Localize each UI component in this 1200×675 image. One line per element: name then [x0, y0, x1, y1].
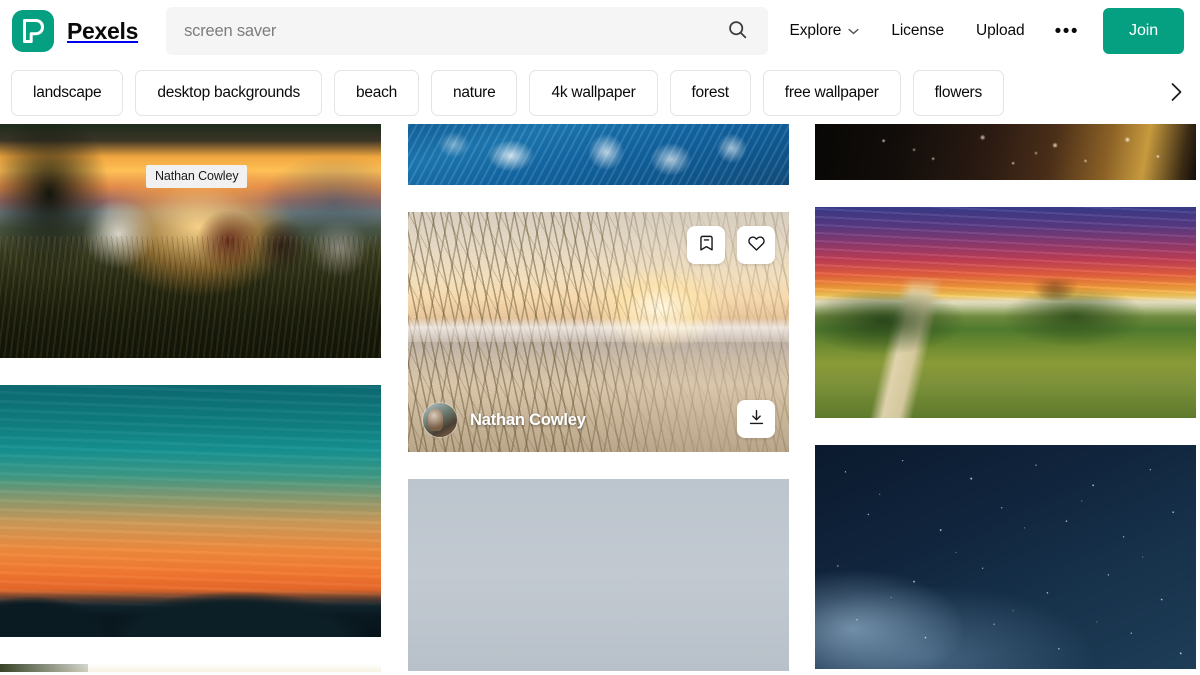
- photo-card-starry-night-sky[interactable]: [815, 445, 1196, 669]
- nav-label-upload: Upload: [976, 22, 1025, 39]
- nav-item-license[interactable]: License: [875, 14, 960, 48]
- related-search-chips-bar: landscape desktop backgrounds beach nature 4…: [0, 62, 1200, 124]
- download-icon: [747, 408, 766, 430]
- nav-label-license: License: [891, 22, 945, 39]
- search-icon: [727, 19, 748, 43]
- photo-grid: Nathan Cowley Nathan Cowley: [0, 124, 1200, 672]
- chip-nature[interactable]: nature: [431, 70, 518, 116]
- photo-card-dark-water-drops[interactable]: [815, 124, 1196, 180]
- photo-image-teal-orange-sunset: [0, 385, 381, 637]
- photo-card-top-controls: [687, 226, 775, 264]
- chip-flowers[interactable]: flowers: [912, 70, 1004, 116]
- photo-card-grey-placeholder[interactable]: [408, 479, 789, 671]
- photo-image-grey-placeholder: [408, 479, 789, 671]
- photo-card-hill-road-sunset[interactable]: [815, 207, 1196, 418]
- photo-image-starry-night-sky: [815, 445, 1196, 669]
- chevron-down-icon: [848, 22, 859, 40]
- download-button[interactable]: [737, 400, 775, 438]
- photo-author-name: Nathan Cowley: [470, 410, 586, 429]
- heart-icon: [747, 234, 766, 256]
- pexels-p-logo-icon: [12, 10, 54, 52]
- bookmark-icon: [697, 234, 716, 256]
- nav-item-upload[interactable]: Upload: [960, 14, 1041, 48]
- photo-grid-column-3: [815, 124, 1196, 669]
- join-button[interactable]: Join: [1103, 8, 1184, 54]
- photo-image-ocean-water: [408, 124, 789, 185]
- chip-desktop-backgrounds[interactable]: desktop backgrounds: [135, 70, 323, 116]
- photo-card-ocean-water[interactable]: [408, 124, 789, 185]
- photo-image-hill-road-sunset: [815, 207, 1196, 418]
- chip-beach[interactable]: beach: [334, 70, 420, 116]
- photo-card-horses-at-sunset[interactable]: Nathan Cowley: [0, 124, 381, 358]
- chip-forest[interactable]: forest: [669, 70, 751, 116]
- chips-scroll-next-button[interactable]: [1156, 70, 1196, 116]
- chip-4k-wallpaper[interactable]: 4k wallpaper: [529, 70, 658, 116]
- photo-image-dark-water-drops: [815, 124, 1196, 180]
- main-nav: Explore License Upload ••• Join: [773, 8, 1184, 54]
- photo-image-partial-landscape: [0, 664, 381, 672]
- add-to-collection-button[interactable]: [687, 226, 725, 264]
- avatar: [423, 403, 457, 437]
- photo-image-horses-at-sunset: [0, 124, 381, 358]
- chip-landscape[interactable]: landscape: [11, 70, 124, 116]
- photo-card-partial-landscape[interactable]: [0, 664, 381, 672]
- photo-card-teal-orange-sunset[interactable]: [0, 385, 381, 637]
- photo-author-link[interactable]: Nathan Cowley: [423, 403, 586, 437]
- photo-grid-column-2: Nathan Cowley: [408, 124, 789, 671]
- nav-label-explore: Explore: [789, 22, 842, 39]
- photo-card-beach-dunes-sunset[interactable]: Nathan Cowley: [408, 212, 789, 452]
- chips-list: landscape desktop backgrounds beach nature 4…: [8, 70, 1156, 116]
- brand-name: Pexels: [67, 17, 139, 44]
- author-tooltip: Nathan Cowley: [146, 165, 248, 188]
- like-button[interactable]: [737, 226, 775, 264]
- ellipsis-icon[interactable]: •••: [1041, 14, 1093, 49]
- search-submit-button[interactable]: [722, 16, 752, 46]
- search-bar[interactable]: [166, 7, 769, 55]
- brand-home-link[interactable]: Pexels: [12, 10, 138, 52]
- nav-item-explore[interactable]: Explore: [773, 14, 875, 48]
- photo-grid-column-1: Nathan Cowley: [0, 124, 381, 672]
- search-input[interactable]: [184, 21, 723, 41]
- chevron-right-icon: [1170, 82, 1183, 105]
- site-header: Pexels Explore License Upload: [0, 0, 1200, 62]
- chip-free-wallpaper[interactable]: free wallpaper: [762, 70, 901, 116]
